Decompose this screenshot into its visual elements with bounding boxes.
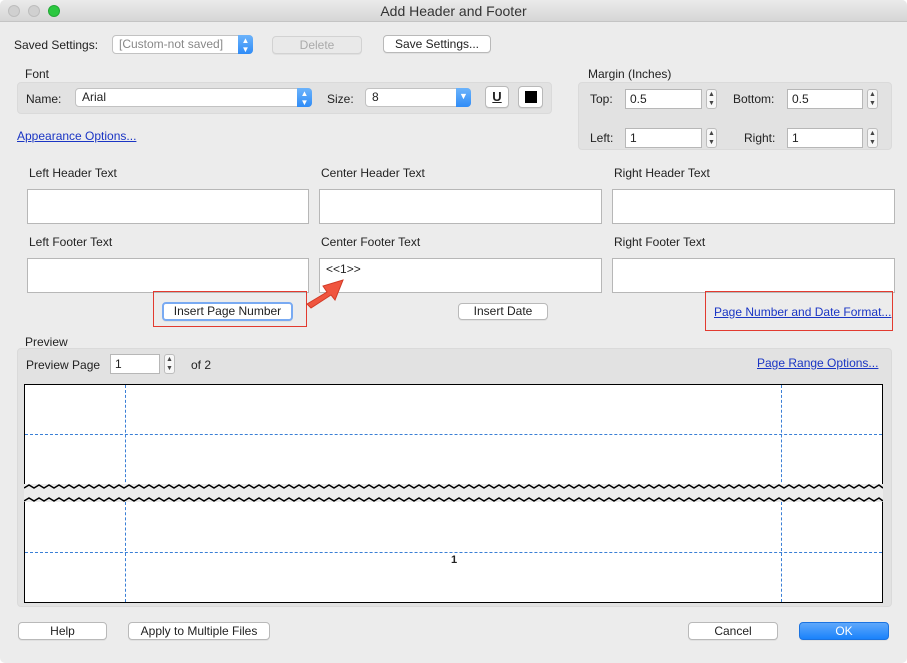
font-color-button[interactable]	[518, 86, 543, 108]
help-button[interactable]: Help	[18, 622, 107, 640]
margin-left-label: Left:	[590, 131, 614, 145]
center-footer-label: Center Footer Text	[321, 235, 421, 249]
underline-button[interactable]: U	[485, 86, 509, 108]
preview-page-bottom: 1	[24, 502, 883, 603]
left-margin-guide	[125, 502, 126, 602]
chevron-down-icon: ▼	[456, 88, 471, 107]
cancel-button[interactable]: Cancel	[688, 622, 778, 640]
margin-right-field[interactable]: 1	[787, 128, 863, 148]
center-header-textbox[interactable]	[319, 189, 602, 224]
margin-left-stepper[interactable]: ▲ ▼	[706, 128, 717, 148]
margin-bottom-stepper[interactable]: ▲ ▼	[867, 89, 878, 109]
preview-page-number: 1	[451, 554, 458, 566]
insert-page-number-button[interactable]: Insert Page Number	[162, 302, 293, 321]
font-name-value: Arial	[82, 90, 107, 104]
dialog-window: Add Header and Footer Saved Settings: [C…	[0, 0, 907, 663]
right-header-textbox[interactable]	[612, 189, 895, 224]
dropdown-arrows-icon: ▲ ▼	[297, 88, 312, 107]
right-header-label: Right Header Text	[614, 166, 710, 180]
delete-button[interactable]: Delete	[272, 36, 362, 54]
left-margin-guide	[125, 385, 126, 492]
preview-page-top	[24, 384, 883, 492]
margin-section-label: Margin (Inches)	[588, 67, 672, 81]
header-guide-line	[25, 434, 882, 435]
margin-left-field[interactable]: 1	[625, 128, 702, 148]
saved-settings-value: [Custom-not saved]	[119, 37, 224, 51]
font-size-label: Size:	[327, 92, 354, 106]
font-section-label: Font	[25, 67, 50, 81]
window-title: Add Header and Footer	[380, 3, 527, 19]
left-header-textbox[interactable]	[27, 189, 309, 224]
preview-section-label: Preview	[25, 335, 68, 349]
page-range-options-link[interactable]: Page Range Options...	[757, 356, 878, 370]
left-header-label: Left Header Text	[29, 166, 117, 180]
title-bar: Add Header and Footer	[0, 0, 907, 22]
arrow-pointer-icon	[306, 279, 344, 309]
preview-page-stepper[interactable]: ▲ ▼	[164, 354, 175, 374]
left-footer-textbox[interactable]	[27, 258, 309, 293]
ok-button[interactable]: OK	[799, 622, 889, 640]
dropdown-arrows-icon: ▲ ▼	[238, 35, 253, 54]
page-number-date-format-link[interactable]: Page Number and Date Format...	[714, 305, 891, 319]
font-size-dropdown[interactable]: 8 ▼	[365, 88, 471, 107]
right-footer-textbox[interactable]	[612, 258, 895, 293]
footer-guide-line	[25, 552, 882, 553]
margin-top-stepper[interactable]: ▲ ▼	[706, 89, 717, 109]
right-margin-guide	[781, 502, 782, 602]
preview-page-field[interactable]: 1	[110, 354, 160, 374]
margin-right-stepper[interactable]: ▲ ▼	[867, 128, 878, 148]
font-size-value: 8	[372, 90, 379, 104]
left-footer-label: Left Footer Text	[29, 235, 113, 249]
apply-to-multiple-files-button[interactable]: Apply to Multiple Files	[128, 622, 270, 640]
margin-bottom-field[interactable]: 0.5	[787, 89, 863, 109]
margin-right-label: Right:	[744, 131, 776, 145]
margin-top-field[interactable]: 0.5	[625, 89, 702, 109]
insert-date-button[interactable]: Insert Date	[458, 303, 548, 320]
right-margin-guide	[781, 385, 782, 492]
save-settings-button[interactable]: Save Settings...	[383, 35, 491, 53]
saved-settings-label: Saved Settings:	[14, 38, 99, 52]
preview-page-label: Preview Page	[26, 358, 101, 372]
appearance-options-link[interactable]: Appearance Options...	[17, 129, 136, 143]
right-footer-label: Right Footer Text	[614, 235, 706, 249]
saved-settings-dropdown[interactable]: [Custom-not saved] ▲ ▼	[112, 35, 253, 54]
center-header-label: Center Header Text	[321, 166, 425, 180]
margin-bottom-label: Bottom:	[733, 92, 775, 106]
page-count-label: of 2	[191, 358, 212, 372]
font-name-dropdown[interactable]: Arial ▲ ▼	[75, 88, 312, 107]
center-footer-textbox[interactable]: <<1>>	[319, 258, 602, 293]
color-swatch	[525, 91, 537, 103]
font-name-label: Name:	[26, 92, 62, 106]
margin-top-label: Top:	[590, 92, 613, 106]
